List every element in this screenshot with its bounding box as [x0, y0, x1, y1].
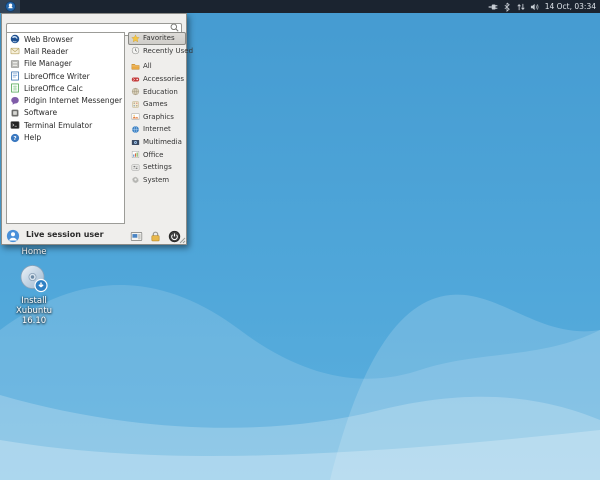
software-icon [10, 108, 20, 118]
app-item-help[interactable]: ? Help [7, 131, 124, 143]
category-item-settings[interactable]: Settings [128, 161, 186, 174]
footer-actions [125, 228, 182, 242]
education-icon [131, 87, 140, 96]
search-row [6, 17, 182, 30]
desktop-icon-label: Install Xubuntu [3, 296, 65, 316]
category-item-label: Office [143, 151, 163, 159]
app-item-software[interactable]: Software [7, 107, 124, 119]
internet-globe-icon [131, 125, 140, 134]
app-item-pidgin-internet-messenger[interactable]: Pidgin Internet Messenger [7, 94, 124, 106]
office-icon [131, 150, 140, 159]
system-tray [488, 2, 540, 12]
category-item-games[interactable]: Games [128, 98, 186, 111]
category-item-label: Multimedia [143, 138, 182, 146]
app-item-label: Software [24, 108, 57, 117]
whisker-menu: Web Browser Mail Reader File Manager LibreO… [1, 13, 187, 245]
app-item-label: Pidgin Internet Messenger [24, 96, 122, 105]
system-gear-icon [131, 175, 140, 184]
app-item-libreoffice-calc[interactable]: LibreOffice Calc [7, 82, 124, 94]
search-icon [169, 18, 180, 29]
libreoffice-calc-icon [10, 83, 20, 93]
app-item-libreoffice-writer[interactable]: LibreOffice Writer [7, 70, 124, 82]
volume-icon[interactable] [530, 2, 540, 12]
category-item-recently-used[interactable]: Recently Used [128, 45, 186, 58]
install-cd-icon [3, 264, 65, 294]
user-avatar [6, 228, 20, 242]
desktop-icon-label: 16.10 [3, 316, 65, 326]
category-item-label: All [143, 62, 152, 70]
desktop-icon-install-xubuntu-16-10[interactable]: Install Xubuntu16.10 [3, 264, 65, 326]
category-item-internet[interactable]: Internet [128, 123, 186, 136]
panel-clock[interactable]: 14 Oct, 03:34 [545, 2, 596, 11]
graphics-icon [131, 112, 140, 121]
app-item-label: Terminal Emulator [24, 121, 92, 130]
category-item-all[interactable]: All [128, 60, 186, 73]
desktop: Home Install Xubuntu16.10 14 Oct, 03:34 W… [0, 0, 600, 480]
category-item-graphics[interactable]: Graphics [128, 111, 186, 124]
terminal-icon [10, 120, 20, 130]
resize-grip-handle[interactable] [179, 237, 186, 244]
category-list: Favorites Recently Used All Accessories Educ… [128, 32, 186, 186]
all-folder-icon [131, 62, 140, 71]
app-item-label: Mail Reader [24, 47, 68, 56]
mail-reader-icon [10, 46, 20, 56]
application-list: Web Browser Mail Reader File Manager LibreO… [6, 32, 125, 224]
desktop-icon-home[interactable]: Home [3, 247, 65, 257]
settings-icon [131, 163, 140, 172]
app-item-label: Web Browser [24, 35, 73, 44]
file-manager-icon [10, 59, 20, 69]
network-wired-icon[interactable] [488, 2, 498, 12]
category-item-system[interactable]: System [128, 174, 186, 187]
category-item-label: Graphics [143, 113, 174, 121]
app-item-web-browser[interactable]: Web Browser [7, 33, 124, 45]
network-traffic-icon[interactable] [516, 2, 526, 12]
category-item-label: Education [143, 88, 178, 96]
xubuntu-logo-icon [5, 1, 16, 12]
help-icon: ? [10, 133, 20, 143]
category-item-label: Settings [143, 163, 172, 171]
app-item-label: LibreOffice Writer [24, 72, 90, 81]
desktop-icon-label: Home [3, 247, 65, 257]
app-item-label: Help [24, 133, 41, 142]
app-item-terminal-emulator[interactable]: Terminal Emulator [7, 119, 124, 131]
settings-manager-button[interactable] [130, 228, 144, 242]
recently-used-clock-icon [131, 46, 140, 55]
category-item-multimedia[interactable]: Multimedia [128, 136, 186, 149]
category-item-favorites[interactable]: Favorites [128, 32, 186, 45]
app-item-label: LibreOffice Calc [24, 84, 83, 93]
session-user-label: Live session user [26, 230, 125, 239]
web-browser-icon [10, 34, 20, 44]
games-icon [131, 100, 140, 109]
svg-text:?: ? [13, 136, 16, 142]
menu-footer: Live session user [2, 225, 186, 244]
pidgin-icon [10, 96, 20, 106]
category-item-label: Games [143, 100, 168, 108]
top-panel: 14 Oct, 03:34 [0, 0, 600, 13]
category-item-label: Accessories [143, 75, 184, 83]
multimedia-icon [131, 138, 140, 147]
category-item-accessories[interactable]: Accessories [128, 73, 186, 86]
category-item-label: Favorites [143, 34, 175, 42]
favorites-star-icon [131, 34, 140, 43]
category-item-label: System [143, 176, 169, 184]
libreoffice-writer-icon [10, 71, 20, 81]
app-item-mail-reader[interactable]: Mail Reader [7, 45, 124, 57]
category-item-label: Recently Used [143, 47, 193, 55]
bluetooth-icon[interactable] [502, 2, 512, 12]
app-item-file-manager[interactable]: File Manager [7, 58, 124, 70]
accessories-icon [131, 75, 140, 84]
user-avatar-icon [6, 229, 20, 243]
lock-screen-button[interactable] [149, 228, 163, 242]
app-item-label: File Manager [24, 59, 72, 68]
category-item-education[interactable]: Education [128, 85, 186, 98]
category-item-office[interactable]: Office [128, 148, 186, 161]
applications-menu-button[interactable] [0, 0, 20, 13]
category-item-label: Internet [143, 125, 171, 133]
